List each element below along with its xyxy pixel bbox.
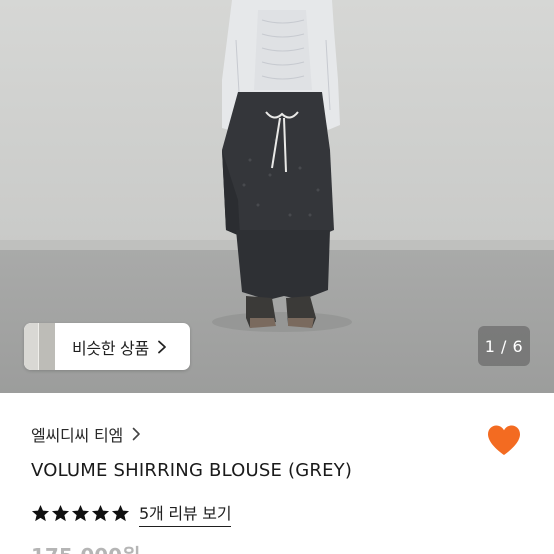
star-icon	[111, 504, 130, 522]
star-icon	[31, 504, 50, 522]
star-icon	[51, 504, 70, 522]
product-title: VOLUME SHIRRING BLOUSE (GREY)	[31, 460, 353, 481]
heart-icon[interactable]	[486, 424, 522, 457]
similar-products-thumbnails	[24, 323, 58, 370]
star-icon	[71, 504, 90, 522]
product-detail-screen: 비슷한 상품 1 / 6 엘씨디씨 티엠 VOLUME SHIRRING BLO…	[0, 0, 554, 554]
similar-products-button[interactable]: 비슷한 상품	[24, 323, 190, 370]
product-info: 엘씨디씨 티엠 VOLUME SHIRRING BLOUSE (GREY) 5개…	[0, 393, 554, 554]
star-icon	[91, 504, 110, 522]
reviews-link[interactable]: 5개 리뷰 보기	[139, 500, 232, 527]
rating-row: 5개 리뷰 보기	[31, 500, 232, 527]
rating-stars	[31, 504, 131, 523]
shop-link[interactable]: 엘씨디씨 티엠	[31, 422, 141, 446]
similar-thumbnail	[38, 323, 55, 370]
product-photo[interactable]: 비슷한 상품 1 / 6	[0, 0, 554, 393]
image-page-counter: 1 / 6	[478, 326, 530, 366]
similar-products-label: 비슷한 상품	[72, 338, 149, 358]
shop-name: 엘씨디씨 티엠	[31, 426, 124, 445]
chevron-right-icon	[157, 340, 169, 354]
chevron-right-icon	[132, 427, 141, 441]
product-price: 175,000원	[31, 540, 141, 554]
